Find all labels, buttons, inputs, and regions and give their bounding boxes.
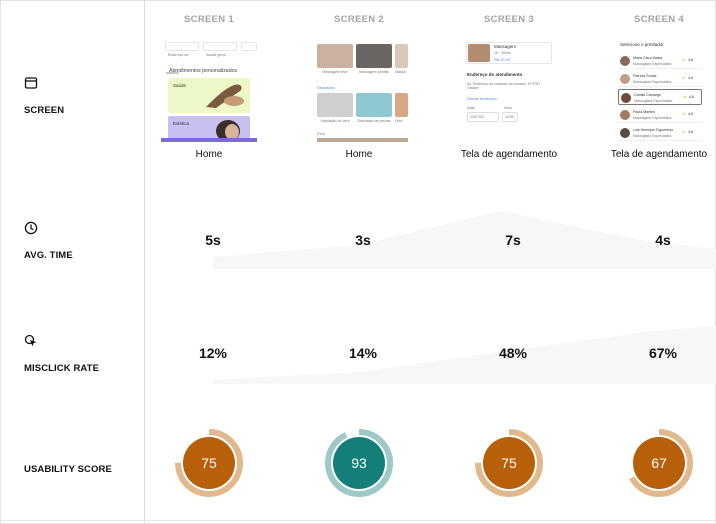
column-divider <box>144 0 145 524</box>
usability-score-value: 75 <box>201 455 217 471</box>
row-label-avg-time-text: AVG. TIME <box>24 250 73 261</box>
row-label-avg-time: AVG. TIME <box>24 221 136 263</box>
screen-1-caption: Home <box>195 149 223 160</box>
row-label-screen-text: SCREEN <box>24 105 65 116</box>
provider-name: Maria Clara Matos <box>633 56 663 60</box>
cursor-click-icon <box>24 334 37 347</box>
star-icon: ★ <box>682 76 686 80</box>
section-title: Atendimentos personalizados <box>169 68 238 74</box>
screen-2-caption: Home <box>345 149 373 160</box>
provider-name: Patrícia Souza <box>633 74 657 78</box>
avg-time-screen-3: 7s <box>505 232 521 248</box>
avatar <box>620 74 630 84</box>
column-header-screen-2: SCREEN 2 <box>334 14 384 25</box>
provider-row[interactable]: Paula Martins Massagista Especialista ★ 4.8 <box>618 107 702 123</box>
clock-icon <box>24 221 38 235</box>
misclick-screen-2: 14% <box>348 345 378 361</box>
star-icon: ★ <box>682 58 686 62</box>
health-card: Saúde <box>168 78 250 113</box>
row-label-misclick-text: MISCLICK RATE <box>24 363 100 374</box>
provider-row[interactable]: Luis Henrique Figueiredo Massagista Espec… <box>618 125 702 141</box>
provider-row[interactable]: Maria Clara Matos Massagista Especialista… <box>618 53 702 69</box>
avg-time-screen-1: 5s <box>205 232 221 248</box>
usability-score-screen-4: 67 <box>624 428 694 498</box>
star-icon: ★ <box>682 112 686 116</box>
avatar <box>620 128 630 138</box>
massage-photo-icon <box>206 84 244 108</box>
provider-name: Camila Camargo <box>634 93 661 97</box>
provider-role: Massagista Especialista <box>633 133 672 138</box>
avg-time-screen-2: 3s <box>355 232 371 248</box>
usability-score-screen-1: 75 <box>174 428 244 498</box>
provider-name: Luis Henrique Figueiredo <box>633 128 674 132</box>
usability-score-screen-3: 75 <box>474 428 544 498</box>
bottom-divider <box>0 520 716 521</box>
avg-time-screen-4: 4s <box>655 232 671 248</box>
column-header-screen-3: SCREEN 3 <box>484 14 534 25</box>
screen-2-thumbnail[interactable]: Massagem leve Massagem pedras Massa Depi… <box>314 42 408 142</box>
screen-3-caption: Tela de agendamento <box>460 149 558 160</box>
star-icon: ★ <box>683 95 687 99</box>
avatar <box>620 56 630 66</box>
row-label-usability-text: USABILITY SCORE <box>24 464 112 475</box>
screen-1-thumbnail[interactable]: Endereço de trabalho Saúde geral Atendim… <box>161 42 257 142</box>
usability-score-value: 75 <box>501 455 517 471</box>
provider-rating: 4.8 <box>689 95 694 99</box>
usability-score-screen-2: 93 <box>324 428 394 498</box>
provider-rating: 4.8 <box>688 58 693 62</box>
column-header-screen-1: SCREEN 1 <box>184 14 234 25</box>
window-icon <box>24 77 38 89</box>
screen-4-thumbnail[interactable]: Selecione o prestador Maria Clara Matos M… <box>617 42 703 142</box>
provider-row[interactable]: Patrícia Souza Massagista Especialista ★ 4.… <box>618 71 702 87</box>
star-icon: ★ <box>682 130 686 134</box>
avatar <box>620 110 630 120</box>
provider-rating: 4.8 <box>688 130 693 134</box>
screen-3-thumbnail[interactable]: Massagem 1h · 30min R$ 30,00 Endereço do… <box>464 42 554 142</box>
row-label-usability-score: USABILITY SCORE <box>24 459 136 477</box>
misclick-screen-1: 12% <box>198 345 228 361</box>
row-label-screen: SCREEN <box>24 76 136 118</box>
row-label-misclick-rate: MISCLICK RATE <box>24 334 136 376</box>
misclick-screen-4: 67% <box>648 345 678 361</box>
misclick-screen-3: 48% <box>498 345 528 361</box>
provider-role: Massagista Especialista <box>633 79 672 84</box>
provider-row[interactable]: Camila Camargo Massagista Especialista ★ 4.… <box>618 89 702 105</box>
provider-role: Massagista Especialista <box>633 61 672 66</box>
column-header-screen-4: SCREEN 4 <box>634 14 684 25</box>
usability-score-value: 93 <box>351 455 367 471</box>
screen-4-caption: Tela de agendamento <box>610 149 708 160</box>
provider-list: Maria Clara Matos Massagista Especialista… <box>618 53 702 142</box>
avatar <box>621 93 631 103</box>
usability-score-value: 67 <box>651 455 667 471</box>
provider-role: Massagista Especialista <box>633 115 672 120</box>
provider-role: Massagista Especialista <box>634 98 673 103</box>
provider-rating: 4.8 <box>688 76 693 80</box>
provider-name: Paula Martins <box>633 110 655 114</box>
provider-rating: 4.8 <box>688 112 693 116</box>
